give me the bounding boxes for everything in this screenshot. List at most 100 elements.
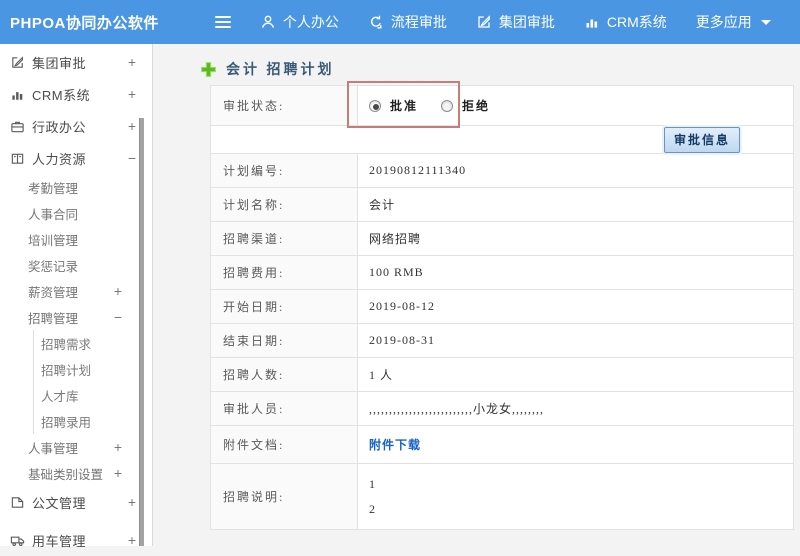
nav-crm-system[interactable]: CRM系统 <box>584 12 667 32</box>
sidebar-item-label: 招聘计划 <box>41 360 91 379</box>
nav-label: 集团审批 <box>499 12 555 32</box>
expand-icon[interactable]: + <box>128 54 136 70</box>
approve-radio[interactable] <box>369 100 381 112</box>
field-label: 计划编号: <box>211 154 358 188</box>
sidebar-item-group-approval[interactable]: 集团审批 + <box>0 46 152 78</box>
collapse-icon[interactable]: − <box>114 309 122 325</box>
field-label: 招聘说明: <box>211 464 358 530</box>
sidebar-item-salary[interactable]: 薪资管理 + <box>0 278 152 304</box>
description-line-2: 2 <box>369 497 793 522</box>
sidebar-item-label: CRM系统 <box>32 85 90 104</box>
sidebar-item-label: 公文管理 <box>32 493 86 512</box>
nav-process-approval[interactable]: 流程审批 <box>368 12 447 32</box>
sidebar-item-recruit-plan[interactable]: 招聘计划 <box>34 356 152 382</box>
sidebar-scrollbar[interactable] <box>139 118 144 546</box>
sidebar-item-label: 行政办公 <box>32 117 86 136</box>
edit-icon <box>10 55 25 70</box>
user-icon <box>260 14 276 30</box>
expand-icon[interactable]: + <box>114 439 122 455</box>
sidebar-item-label: 集团审批 <box>32 53 86 72</box>
nav-more-apps[interactable]: 更多应用 <box>696 12 771 32</box>
table-row: 招聘费用: 100 RMB <box>211 256 794 290</box>
attachment-download-link[interactable]: 附件下载 <box>369 438 421 452</box>
table-row: 审批信息 <box>211 126 794 154</box>
sidebar-item-hr[interactable]: 人力资源 − <box>0 142 152 174</box>
recruitment-submenu: 招聘需求 招聘计划 人才库 招聘录用 <box>33 330 152 434</box>
book-icon <box>10 151 25 166</box>
menu-toggle-icon[interactable] <box>215 16 231 28</box>
sidebar-item-recruitment[interactable]: 招聘管理 − <box>0 304 152 330</box>
field-label: 招聘渠道: <box>211 222 358 256</box>
sidebar-item-crm[interactable]: CRM系统 + <box>0 78 152 110</box>
main-content: 会计 招聘计划 审批状态: 批准 拒绝 审批信息 <box>154 44 800 546</box>
sidebar-item-hr-contract[interactable]: 人事合同 <box>0 200 152 226</box>
sidebar-item-vehicles[interactable]: 用车管理 + <box>0 524 152 556</box>
description-line-1: 1 <box>369 472 793 497</box>
sidebar-item-label: 招聘管理 <box>28 308 78 327</box>
expand-icon[interactable]: + <box>128 118 136 134</box>
nav-label: 流程审批 <box>391 12 447 32</box>
expand-icon[interactable]: + <box>128 494 136 510</box>
status-cell: 批准 拒绝 <box>358 86 794 126</box>
attachment-cell: 附件下载 <box>358 426 794 464</box>
sidebar-item-training[interactable]: 培训管理 <box>0 226 152 252</box>
nav-personal-office[interactable]: 个人办公 <box>260 12 339 32</box>
sidebar-item-recruit-hire[interactable]: 招聘录用 <box>34 408 152 434</box>
table-row: 开始日期: 2019-08-12 <box>211 290 794 324</box>
table-row: 计划编号: 20190812111340 <box>211 154 794 188</box>
sidebar-item-personnel[interactable]: 人事管理 + <box>0 434 152 460</box>
sidebar-item-rewards[interactable]: 奖惩记录 <box>0 252 152 278</box>
sidebar-item-label: 人事合同 <box>28 204 78 223</box>
bar-chart-icon <box>584 14 600 30</box>
sidebar-item-label: 人事管理 <box>28 438 78 457</box>
nav-label: CRM系统 <box>607 12 667 32</box>
sidebar-item-documents[interactable]: 公文管理 + <box>0 486 152 518</box>
expand-icon[interactable]: + <box>128 86 136 102</box>
sidebar-item-base-category[interactable]: 基础类别设置 + <box>0 460 152 486</box>
nav-label: 更多应用 <box>696 12 752 32</box>
app-title: PHPOA协同办公软件 <box>10 12 159 33</box>
sidebar-item-label: 招聘需求 <box>41 334 91 353</box>
sidebar-item-label: 招聘录用 <box>41 412 91 431</box>
field-label: 结束日期: <box>211 324 358 358</box>
truck-icon <box>10 533 25 548</box>
expand-icon[interactable]: + <box>114 465 122 481</box>
sidebar-item-label: 人力资源 <box>32 149 86 168</box>
document-icon <box>10 495 25 510</box>
collapse-icon[interactable]: − <box>128 150 136 166</box>
table-row: 附件文档: 附件下载 <box>211 426 794 464</box>
sidebar-item-attendance[interactable]: 考勤管理 <box>0 174 152 200</box>
table-row: 审批状态: 批准 拒绝 <box>211 86 794 126</box>
recruit-cost-value: 100 RMB <box>358 256 794 290</box>
plan-name-value: 会计 <box>358 188 794 222</box>
bar-chart-icon <box>10 87 25 102</box>
approval-info-button[interactable]: 审批信息 <box>664 127 740 153</box>
sidebar-item-label: 薪资管理 <box>28 282 78 301</box>
table-row: 招聘说明: 1 2 <box>211 464 794 530</box>
sidebar-item-talent-pool[interactable]: 人才库 <box>34 382 152 408</box>
table-row: 审批人员: ,,,,,,,,,,,,,,,,,,,,,,,,,,小龙女,,,,,… <box>211 392 794 426</box>
sidebar-item-label: 用车管理 <box>32 531 86 550</box>
nav-group-approval[interactable]: 集团审批 <box>476 12 555 32</box>
sidebar-item-recruit-demand[interactable]: 招聘需求 <box>34 330 152 356</box>
sidebar-item-label: 人才库 <box>41 386 79 405</box>
nav-label: 个人办公 <box>283 12 339 32</box>
field-label: 招聘费用: <box>211 256 358 290</box>
sidebar-item-label: 考勤管理 <box>28 178 78 197</box>
reject-radio[interactable] <box>441 100 453 112</box>
table-row: 招聘人数: 1 人 <box>211 358 794 392</box>
approvers-value: ,,,,,,,,,,,,,,,,,,,,,,,,,,小龙女,,,,,,,, <box>358 392 794 426</box>
add-icon[interactable] <box>200 61 217 78</box>
field-label: 招聘人数: <box>211 358 358 392</box>
briefcase-icon <box>10 119 25 134</box>
sidebar-item-label: 奖惩记录 <box>28 256 78 275</box>
field-label: 开始日期: <box>211 290 358 324</box>
edit-icon <box>476 14 492 30</box>
caret-down-icon <box>761 20 771 25</box>
sidebar-item-admin-office[interactable]: 行政办公 + <box>0 110 152 142</box>
sidebar-item-label: 培训管理 <box>28 230 78 249</box>
expand-icon[interactable]: + <box>114 283 122 299</box>
headcount-value: 1 人 <box>358 358 794 392</box>
process-icon <box>368 14 384 30</box>
status-radio-group: 批准 拒绝 <box>358 97 793 114</box>
